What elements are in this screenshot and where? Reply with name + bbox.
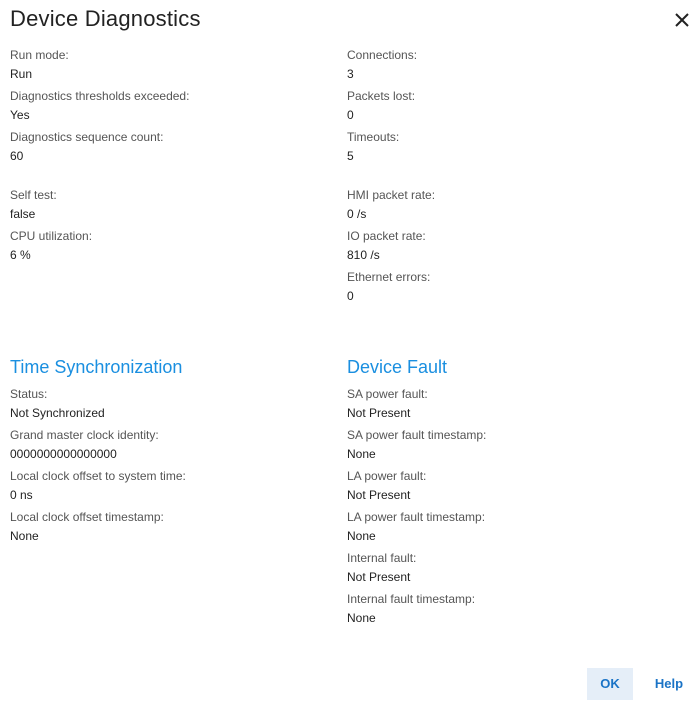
la-power-fault-timestamp-field: LA power fault timestamp: None bbox=[347, 510, 667, 543]
io-packet-rate-value: 810 /s bbox=[347, 248, 380, 262]
time-sync-heading: Time Synchronization bbox=[10, 357, 183, 377]
clock-offset-field: Local clock offset to system time: 0 ns bbox=[10, 469, 330, 502]
internal-fault-timestamp-label: Internal fault timestamp: bbox=[347, 592, 476, 606]
sa-power-fault-label: SA power fault: bbox=[347, 387, 428, 401]
clock-offset-value: 0 ns bbox=[10, 488, 33, 502]
hmi-packet-rate-value: 0 /s bbox=[347, 207, 367, 221]
clock-offset-label: Local clock offset to system time: bbox=[10, 469, 186, 483]
internal-fault-timestamp-field: Internal fault timestamp: None bbox=[347, 592, 667, 625]
timeouts-value: 5 bbox=[347, 149, 354, 163]
self-test-label: Self test: bbox=[10, 188, 57, 202]
cpu-utilization-label: CPU utilization: bbox=[10, 229, 93, 243]
sync-status-value: Not Synchronized bbox=[10, 406, 105, 420]
sync-status-label: Status: bbox=[10, 387, 48, 401]
io-packet-rate-field: IO packet rate: 810 /s bbox=[347, 229, 667, 262]
sequence-count-label: Diagnostics sequence count: bbox=[10, 130, 164, 144]
sa-power-fault-timestamp-value: None bbox=[347, 447, 376, 461]
connections-value: 3 bbox=[347, 67, 354, 81]
self-test-field: Self test: false bbox=[10, 188, 330, 221]
sa-power-fault-value: Not Present bbox=[347, 406, 411, 420]
io-packet-rate-label: IO packet rate: bbox=[347, 229, 426, 243]
ethernet-errors-value: 0 bbox=[347, 289, 354, 303]
help-button[interactable]: Help bbox=[644, 668, 694, 700]
clock-offset-timestamp-field: Local clock offset timestamp: None bbox=[10, 510, 330, 543]
la-power-fault-label: LA power fault: bbox=[347, 469, 427, 483]
internal-fault-field: Internal fault: Not Present bbox=[347, 551, 667, 584]
run-mode-value: Run bbox=[10, 67, 33, 81]
time-sync-group: Status: Not Synchronized Grand master cl… bbox=[10, 387, 330, 543]
internal-fault-label: Internal fault: bbox=[347, 551, 417, 565]
diag-left-group: Run mode: Run Diagnostics thresholds exc… bbox=[10, 48, 330, 262]
connections-field: Connections: 3 bbox=[347, 48, 667, 81]
dialog-title: Device Diagnostics bbox=[10, 6, 201, 31]
device-fault-heading: Device Fault bbox=[347, 357, 448, 377]
sequence-count-value: 60 bbox=[10, 149, 24, 163]
timeouts-label: Timeouts: bbox=[347, 130, 400, 144]
grand-master-field: Grand master clock identity: 00000000000… bbox=[10, 428, 330, 461]
hmi-packet-rate-label: HMI packet rate: bbox=[347, 188, 436, 202]
la-power-fault-value: Not Present bbox=[347, 488, 411, 502]
thresholds-label: Diagnostics thresholds exceeded: bbox=[10, 89, 190, 103]
internal-fault-timestamp-value: None bbox=[347, 611, 376, 625]
grand-master-label: Grand master clock identity: bbox=[10, 428, 159, 442]
packets-lost-field: Packets lost: 0 bbox=[347, 89, 667, 122]
ethernet-errors-field: Ethernet errors: 0 bbox=[347, 270, 667, 303]
ethernet-errors-label: Ethernet errors: bbox=[347, 270, 431, 284]
cpu-utilization-field: CPU utilization: 6 % bbox=[10, 229, 330, 262]
timeouts-field: Timeouts: 5 bbox=[347, 130, 667, 163]
run-mode-label: Run mode: bbox=[10, 48, 69, 62]
close-icon[interactable] bbox=[674, 12, 690, 28]
internal-fault-value: Not Present bbox=[347, 570, 411, 584]
diag-right-group: Connections: 3 Packets lost: 0 Timeouts:… bbox=[347, 48, 667, 303]
thresholds-field: Diagnostics thresholds exceeded: Yes bbox=[10, 89, 330, 122]
sync-status-field: Status: Not Synchronized bbox=[10, 387, 330, 420]
sa-power-fault-timestamp-label: SA power fault timestamp: bbox=[347, 428, 487, 442]
clock-offset-timestamp-value: None bbox=[10, 529, 39, 543]
cpu-utilization-value: 6 % bbox=[10, 248, 31, 262]
self-test-value: false bbox=[10, 207, 36, 221]
device-fault-group: SA power fault: Not Present SA power fau… bbox=[347, 387, 667, 625]
la-power-fault-field: LA power fault: Not Present bbox=[347, 469, 667, 502]
la-power-fault-timestamp-label: LA power fault timestamp: bbox=[347, 510, 486, 524]
sa-power-fault-field: SA power fault: Not Present bbox=[347, 387, 667, 420]
thresholds-value: Yes bbox=[10, 108, 30, 122]
packets-lost-value: 0 bbox=[347, 108, 354, 122]
connections-label: Connections: bbox=[347, 48, 418, 62]
la-power-fault-timestamp-value: None bbox=[347, 529, 376, 543]
packets-lost-label: Packets lost: bbox=[347, 89, 416, 103]
clock-offset-timestamp-label: Local clock offset timestamp: bbox=[10, 510, 164, 524]
sequence-count-field: Diagnostics sequence count: 60 bbox=[10, 130, 330, 163]
grand-master-value: 0000000000000000 bbox=[10, 447, 117, 461]
hmi-packet-rate-field: HMI packet rate: 0 /s bbox=[347, 188, 667, 221]
run-mode-field: Run mode: Run bbox=[10, 48, 330, 81]
sa-power-fault-timestamp-field: SA power fault timestamp: None bbox=[347, 428, 667, 461]
ok-button[interactable]: OK bbox=[587, 668, 633, 700]
